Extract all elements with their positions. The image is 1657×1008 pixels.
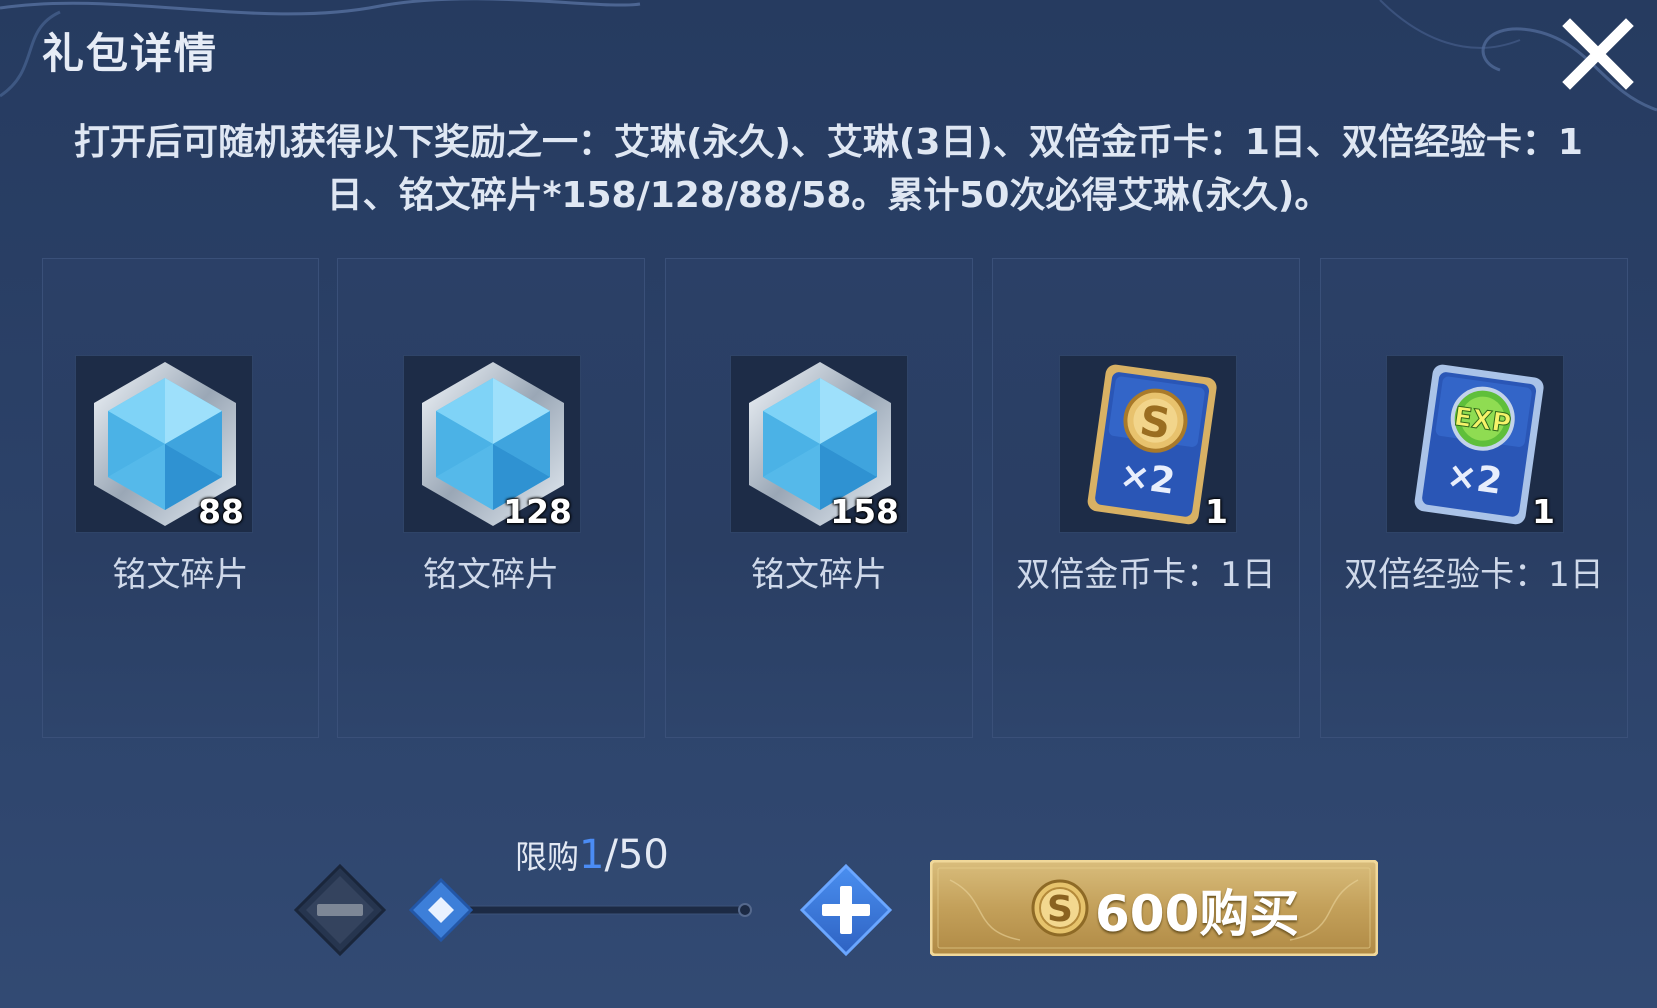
purchase-limit: 限购1/50 [515, 832, 669, 878]
svg-text:S: S [1047, 889, 1073, 930]
reward-name: 铭文碎片 [751, 555, 887, 595]
reward-card-inscription-158[interactable]: 158 铭文碎片 [665, 258, 973, 738]
buy-price: 600购买 [1095, 885, 1300, 943]
plus-icon [799, 863, 893, 957]
svg-text:×2: ×2 [1444, 454, 1504, 502]
slider-handle[interactable] [408, 877, 474, 943]
decrease-quantity-button[interactable] [292, 862, 388, 958]
purchase-limit-label: 限购 [515, 838, 580, 876]
gift-pack-dialog: 礼包详情 打开后可随机获得以下奖励之一：艾琳(永久)、艾琳(3日)、双倍金币卡：… [0, 0, 1657, 1008]
reward-card-inscription-88[interactable]: 88 铭文碎片 [42, 258, 319, 738]
slider-track [464, 905, 746, 915]
increase-quantity-button[interactable] [798, 862, 894, 958]
reward-name: 双倍经验卡：1日 [1344, 555, 1604, 595]
purchase-limit-max: /50 [604, 832, 669, 878]
reward-count: 1 [1532, 492, 1555, 531]
reward-icon-frame: 128 [403, 355, 581, 533]
close-icon [1562, 18, 1634, 90]
reward-name: 铭文碎片 [423, 555, 559, 595]
quantity-slider[interactable] [405, 875, 765, 945]
reward-card-double-gold[interactable]: S ×2 1 双倍金币卡：1日 [992, 258, 1300, 738]
reward-icon-frame: EXP ×2 1 [1386, 355, 1564, 533]
reward-card-inscription-128[interactable]: 128 铭文碎片 [337, 258, 645, 738]
svg-text:×2: ×2 [1117, 454, 1177, 502]
reward-icon-frame: 88 [75, 355, 253, 533]
close-button[interactable] [1560, 16, 1636, 92]
reward-card-double-exp[interactable]: EXP ×2 1 双倍经验卡：1日 [1320, 258, 1628, 738]
reward-count: 88 [198, 492, 244, 531]
dialog-title: 礼包详情 [42, 29, 219, 78]
purchase-limit-current: 1 [579, 832, 605, 878]
reward-name: 双倍金币卡：1日 [1016, 555, 1276, 595]
reward-name: 铭文碎片 [112, 555, 249, 595]
reward-icon-frame: 158 [730, 355, 908, 533]
reward-count: 158 [830, 492, 899, 531]
gold-coin-icon: S [1031, 879, 1089, 937]
buy-button[interactable]: S 600购买 [930, 860, 1378, 956]
reward-count: 1 [1205, 492, 1228, 531]
reward-count: 128 [503, 492, 572, 531]
reward-icon-frame: S ×2 1 [1059, 355, 1237, 533]
slider-end-dot [738, 903, 752, 917]
reward-description: 打开后可随机获得以下奖励之一：艾琳(永久)、艾琳(3日)、双倍金币卡：1日、双倍… [74, 122, 1583, 216]
minus-icon [293, 863, 387, 957]
